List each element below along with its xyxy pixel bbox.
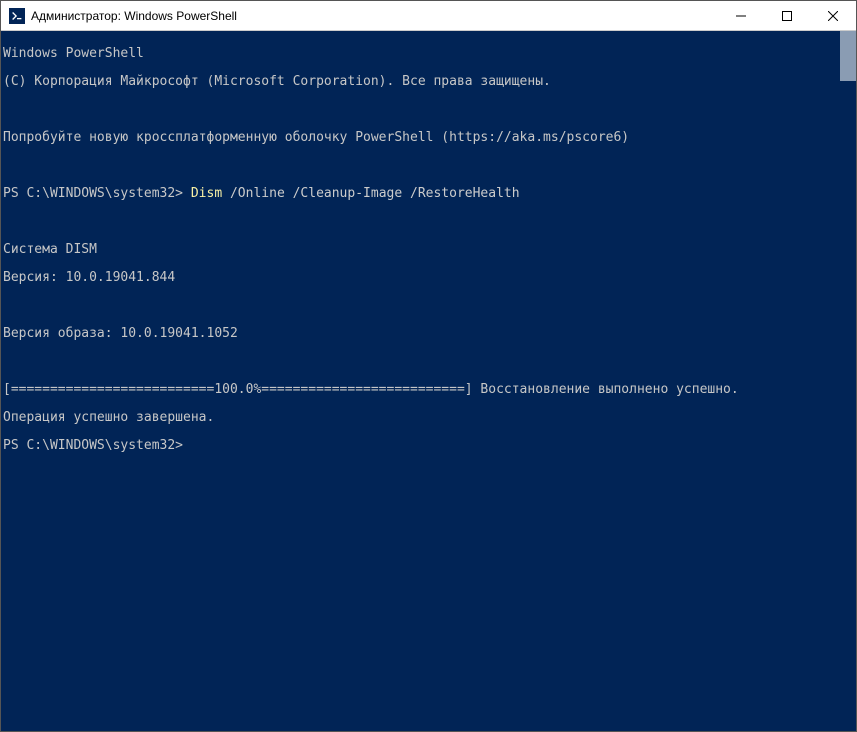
vertical-scrollbar[interactable] (840, 31, 856, 731)
prompt-line: PS C:\WINDOWS\system32> (3, 439, 838, 453)
output-line: Версия: 10.0.19041.844 (3, 271, 838, 285)
powershell-window: Администратор: Windows PowerShell Window… (0, 0, 857, 732)
window-title: Администратор: Windows PowerShell (31, 9, 237, 23)
command-line: PS C:\WINDOWS\system32> Dism /Online /Cl… (3, 187, 838, 201)
minimize-button[interactable] (718, 1, 764, 30)
command-name: Dism (191, 186, 222, 201)
command-args: /Online /Cleanup-Image /RestoreHealth (222, 186, 519, 201)
output-line: Версия образа: 10.0.19041.1052 (3, 327, 838, 341)
output-line: Операция успешно завершена. (3, 411, 838, 425)
blank-line (3, 103, 838, 117)
blank-line (3, 299, 838, 313)
window-controls (718, 1, 856, 30)
output-line: Windows PowerShell (3, 47, 838, 61)
blank-line (3, 159, 838, 173)
scrollbar-thumb[interactable] (840, 31, 856, 81)
output-line: Попробуйте новую кроссплатформенную обол… (3, 131, 838, 145)
prompt-path: PS C:\WINDOWS\system32> (3, 438, 183, 453)
output-line: (C) Корпорация Майкрософт (Microsoft Cor… (3, 75, 838, 89)
blank-line (3, 355, 838, 369)
prompt-path: PS C:\WINDOWS\system32> (3, 186, 191, 201)
progress-line: [==========================100.0%=======… (3, 383, 838, 397)
scrollbar-track[interactable] (840, 31, 856, 731)
terminal-area: Windows PowerShell (C) Корпорация Майкро… (1, 31, 856, 731)
blank-line (3, 215, 838, 229)
output-line: Cистема DISM (3, 243, 838, 257)
titlebar[interactable]: Администратор: Windows PowerShell (1, 1, 856, 31)
maximize-button[interactable] (764, 1, 810, 30)
terminal-output[interactable]: Windows PowerShell (C) Корпорация Майкро… (1, 31, 840, 731)
powershell-icon (9, 8, 25, 24)
close-button[interactable] (810, 1, 856, 30)
